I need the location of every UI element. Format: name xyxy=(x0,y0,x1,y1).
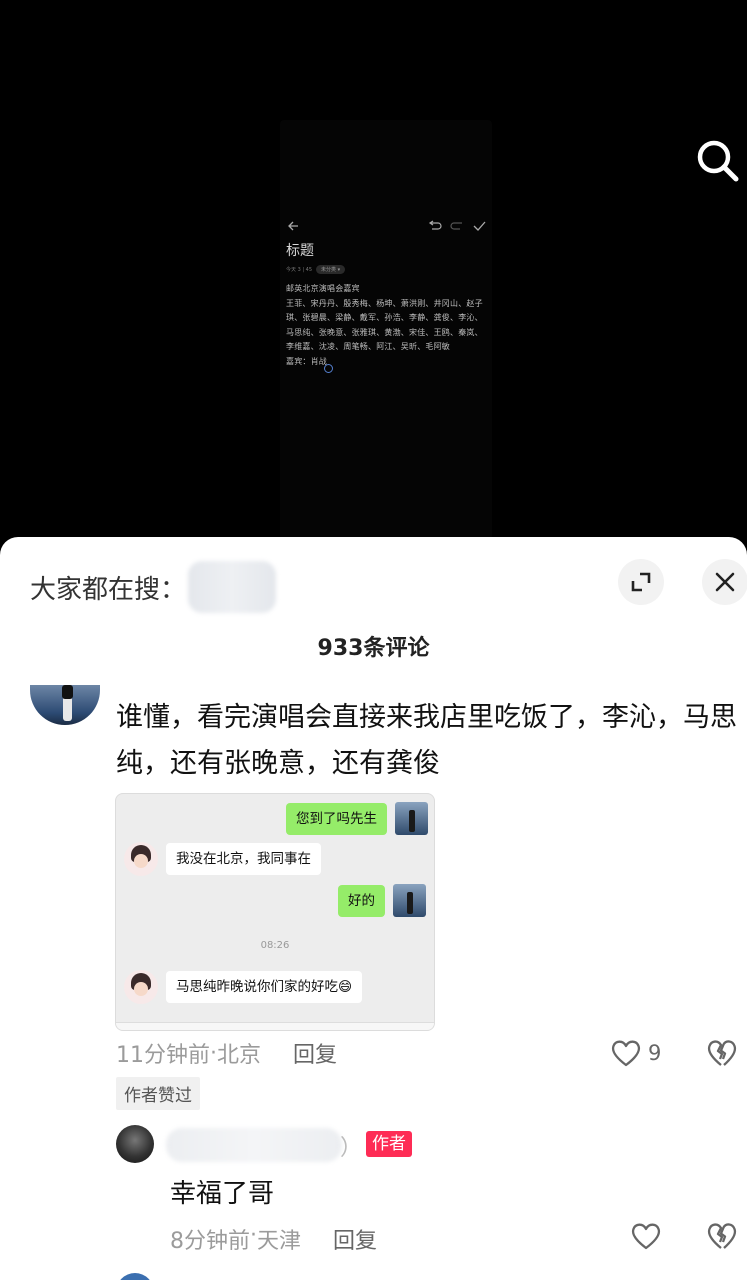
blurred-search-term[interactable] xyxy=(188,561,277,613)
comment-meta: 11分钟前 · 北京 回复 xyxy=(116,1037,337,1069)
like-button[interactable]: 9 xyxy=(610,1038,661,1068)
heart-icon xyxy=(611,1040,641,1067)
reply-meta: 8分钟前 · 天津 回复 xyxy=(170,1223,377,1255)
meta-separator: · xyxy=(210,1040,217,1066)
chat-bubble: 好的 xyxy=(338,884,385,917)
reply-like-button[interactable] xyxy=(630,1221,662,1255)
phone-meta-text: 今天 3 | 45 xyxy=(286,267,312,273)
chat-bubble: 您到了吗先生 xyxy=(286,802,387,835)
video-area[interactable]: 标题 今天 3 | 45 未分类 ▾ 邮英北京演唱会嘉宾 王菲、宋丹丹、殷秀梅、杨… xyxy=(0,0,747,540)
chat-input-bar xyxy=(116,1022,434,1030)
phone-note-title: 标题 xyxy=(286,243,314,259)
back-arrow-icon xyxy=(288,221,298,231)
close-icon xyxy=(715,572,735,592)
reply-name-tail: ） xyxy=(340,1136,363,1161)
phone-screen-image: 标题 今天 3 | 45 未分类 ▾ 邮英北京演唱会嘉宾 王菲、宋丹丹、殷秀梅、杨… xyxy=(280,120,492,540)
broken-heart-icon xyxy=(707,1040,737,1066)
search-icon[interactable] xyxy=(692,136,742,186)
author-badge: 作者 xyxy=(366,1131,412,1157)
trending-search-label: 大家都在搜： xyxy=(30,574,187,605)
chat-row: 我没在北京，我同事在 xyxy=(124,842,321,876)
comment-time: 11分钟前 xyxy=(116,1043,210,1068)
meta-separator: · xyxy=(250,1223,257,1248)
reply-avatar[interactable] xyxy=(116,1125,154,1163)
comment-image-attachment[interactable]: 您到了吗先生 我没在北京，我同事在 好的 08:26 马思纯昨晚说你们家的好吃😄 xyxy=(115,793,435,1031)
reply-author-name-blurred[interactable] xyxy=(166,1128,342,1162)
reply-reply-button[interactable]: 回复 xyxy=(333,1223,377,1255)
cursor-dot-icon xyxy=(324,364,333,373)
phone-note-meta: 今天 3 | 45 未分类 ▾ xyxy=(286,265,346,274)
phone-meta-chip: 未分类 ▾ xyxy=(316,265,346,274)
trending-search-bar[interactable]: 大家都在搜： xyxy=(30,561,277,613)
chat-row: 您到了吗先生 xyxy=(286,802,428,835)
chat-avatar xyxy=(395,802,428,835)
like-count: 9 xyxy=(648,1041,662,1065)
chat-row: 马思纯昨晚说你们家的好吃😄 xyxy=(124,970,363,1004)
dislike-button[interactable] xyxy=(706,1038,738,1072)
reply-button[interactable]: 回复 xyxy=(293,1037,337,1069)
chat-avatar xyxy=(393,884,426,917)
avatar-figure-top xyxy=(62,685,73,699)
chat-timestamp: 08:26 xyxy=(260,940,290,951)
next-comment-avatar[interactable] xyxy=(116,1273,154,1280)
edit-tools-icon xyxy=(428,220,486,231)
close-button[interactable] xyxy=(702,559,747,605)
expand-icon xyxy=(631,572,651,592)
comment-text: 谁懂，看完演唱会直接来我店里吃饭了，李沁，马思纯，还有张晚意，还有龚俊 xyxy=(116,702,737,779)
chat-avatar xyxy=(124,970,158,1004)
reply-location: 天津 xyxy=(257,1229,302,1254)
broken-heart-icon xyxy=(707,1223,737,1249)
reply-dislike-button[interactable] xyxy=(706,1221,738,1255)
chat-avatar xyxy=(124,842,158,876)
comment-location: 北京 xyxy=(217,1043,262,1068)
chat-bubble: 马思纯昨晚说你们家的好吃😄 xyxy=(166,971,363,1003)
author-liked-badge: 作者赞过 xyxy=(116,1077,200,1110)
phone-toolbar xyxy=(286,218,486,234)
comment-count-title: 933条评论 xyxy=(317,636,430,661)
phone-note-body: 邮英北京演唱会嘉宾 王菲、宋丹丹、殷秀梅、杨坤、萧洪刚、井冈山、赵子琪、张碧晨、… xyxy=(286,284,483,366)
heart-icon xyxy=(631,1223,661,1250)
chat-row: 好的 xyxy=(338,884,426,917)
reply-text: 幸福了哥 xyxy=(170,1179,275,1209)
avatar[interactable] xyxy=(30,685,100,725)
comment-sheet: 大家都在搜： 933条评论 谁懂，看完演唱会直接来我店里吃饭了，李沁，马思纯，还… xyxy=(0,537,747,1280)
reply-time: 8分钟前 xyxy=(170,1229,250,1254)
expand-button[interactable] xyxy=(618,559,664,605)
chat-bubble: 我没在北京，我同事在 xyxy=(166,843,321,875)
